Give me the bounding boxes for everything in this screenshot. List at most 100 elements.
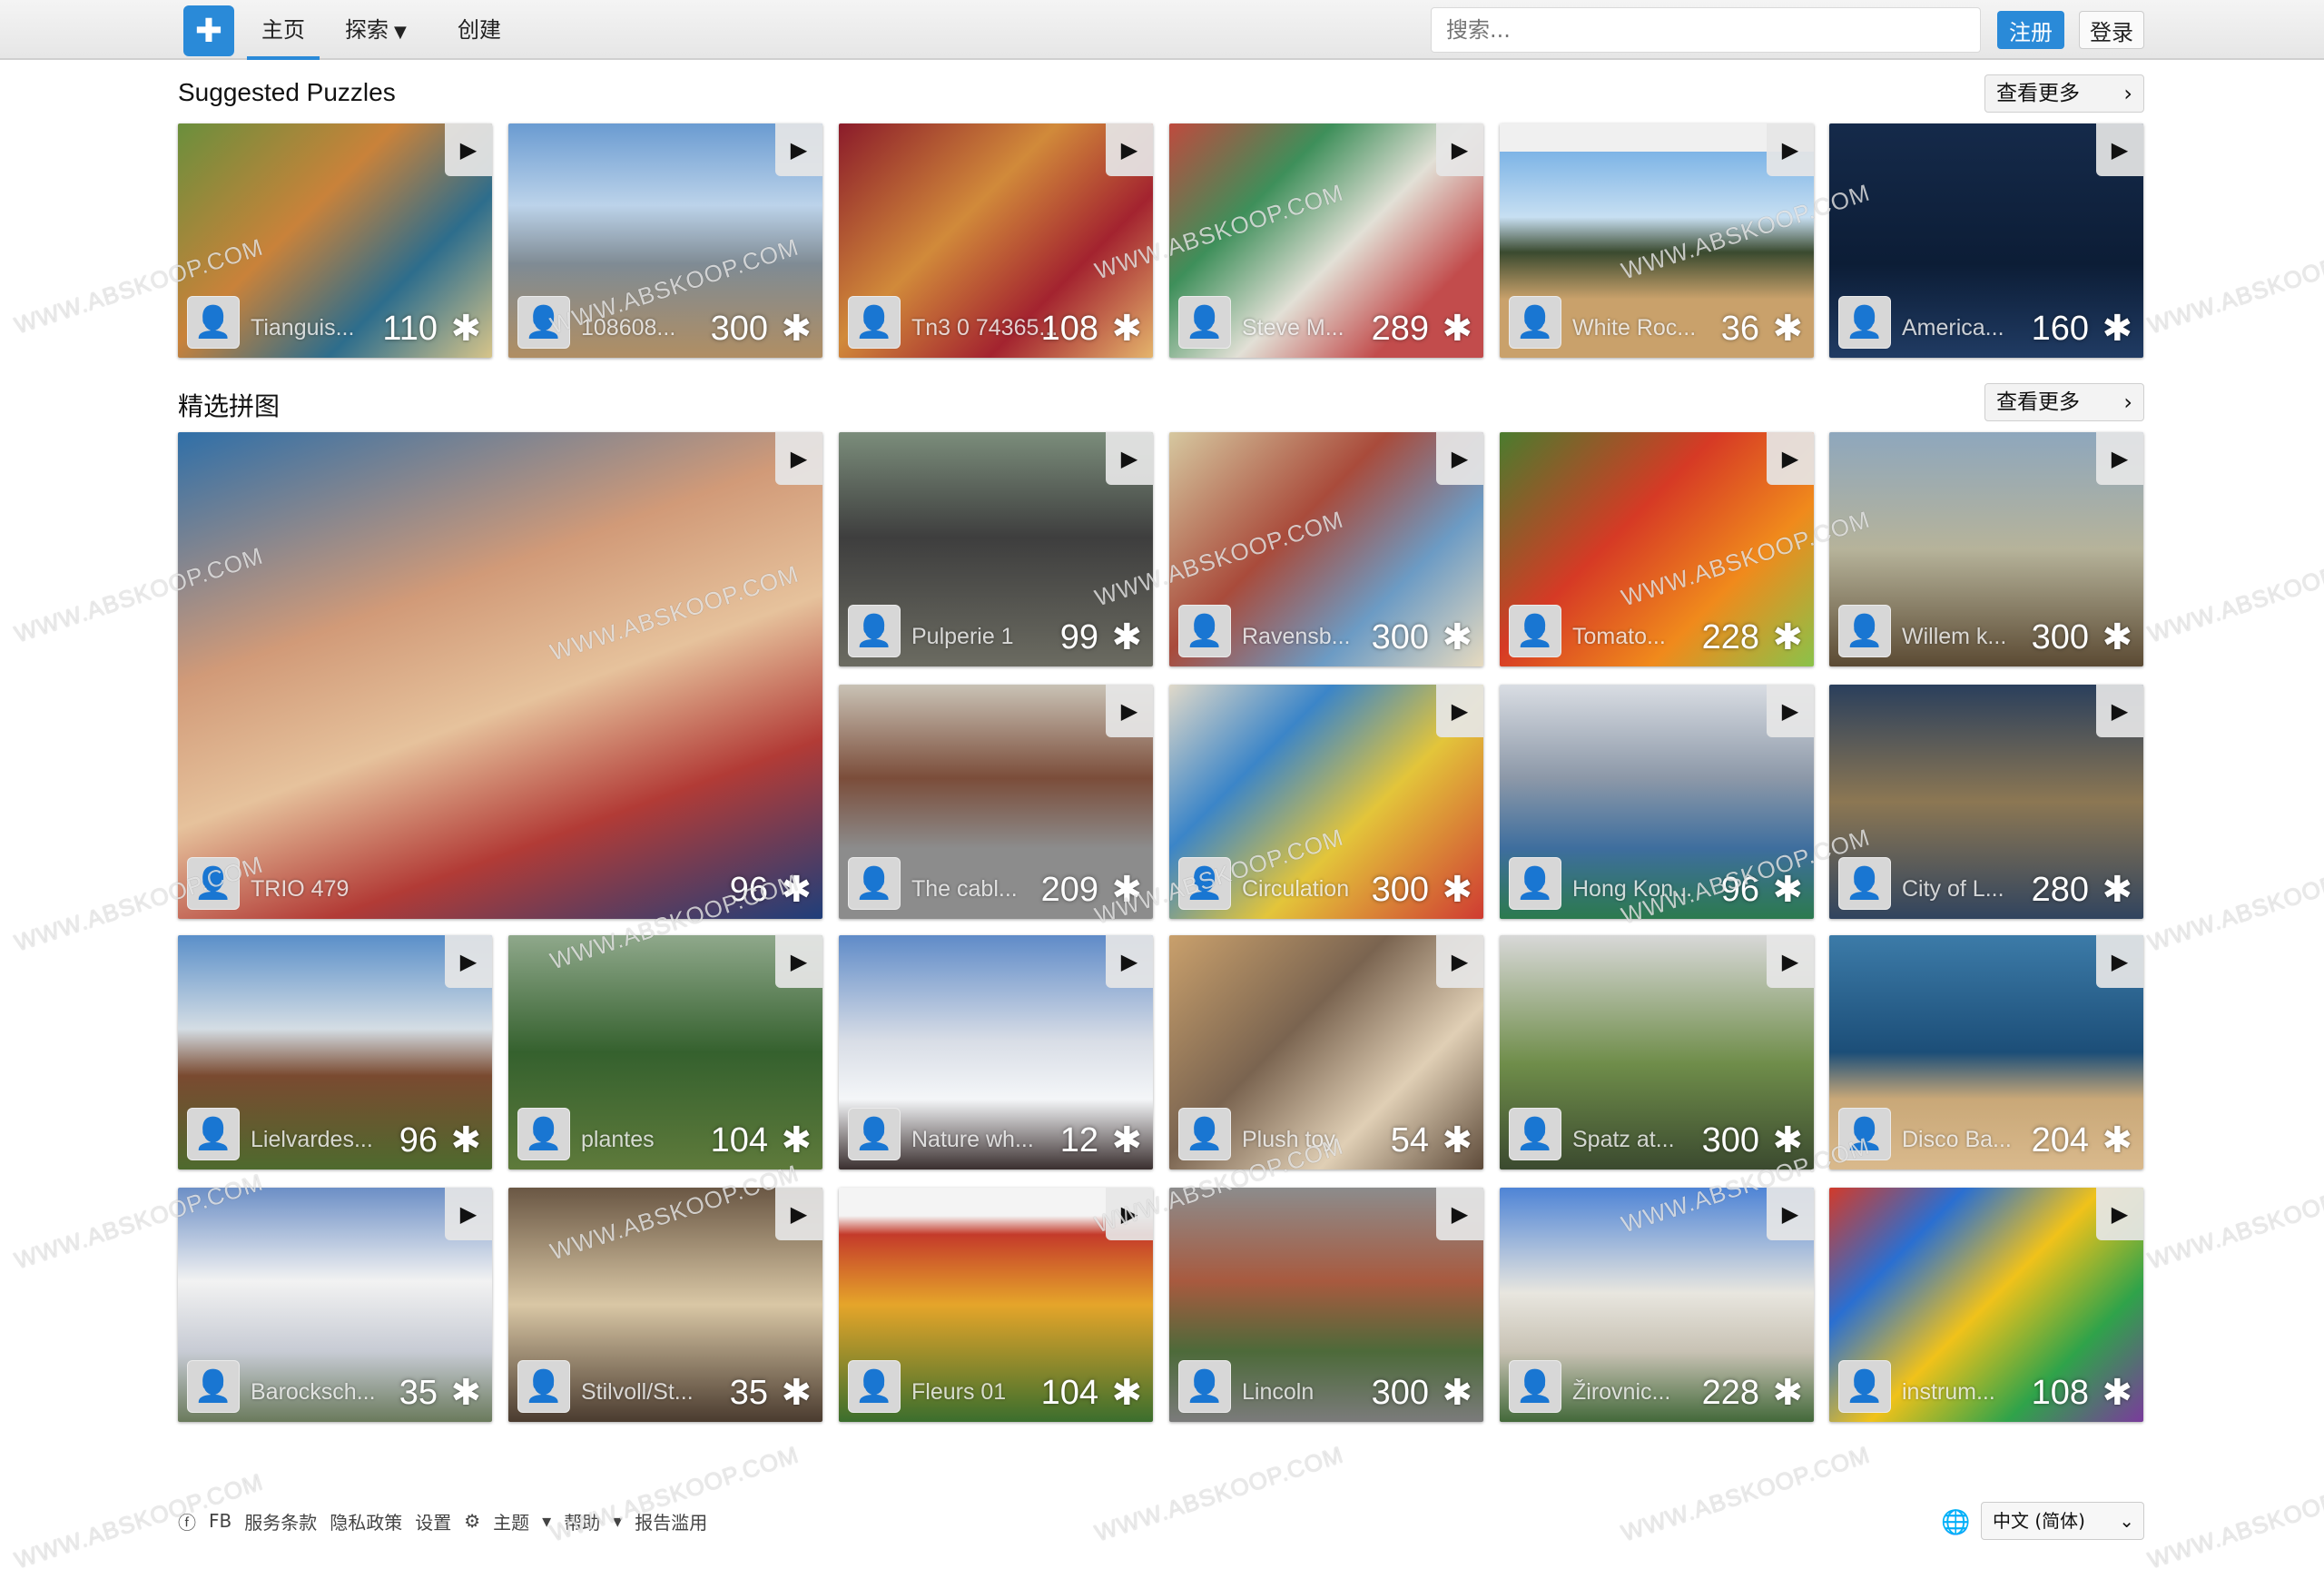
avatar[interactable]: 👤	[187, 1108, 240, 1160]
avatar[interactable]: 👤	[1509, 1360, 1561, 1413]
puzzle-tile[interactable]: ▶ 👤 Lincoln 300 ✱	[1169, 1188, 1483, 1422]
avatar[interactable]: 👤	[1178, 1108, 1231, 1160]
footer-fb-link[interactable]: FB	[209, 1510, 231, 1532]
play-icon[interactable]: ▶	[445, 123, 492, 176]
play-icon[interactable]: ▶	[1767, 935, 1814, 988]
puzzle-tile[interactable]: ▶ 👤 plantes 104 ✱	[508, 935, 822, 1169]
puzzle-tile[interactable]: ▶ 👤 Fleurs 01 104 ✱	[839, 1188, 1153, 1422]
avatar[interactable]: 👤	[1838, 296, 1891, 349]
puzzle-tile[interactable]: ▶ 👤 Steve M... 289 ✱	[1169, 123, 1483, 358]
suggested-see-more-button[interactable]: 查看更多 ›	[1984, 74, 2144, 113]
footer-theme-link[interactable]: 主题	[493, 1508, 529, 1534]
facebook-icon[interactable]: ⓕ	[178, 1508, 196, 1534]
play-icon[interactable]: ▶	[2096, 935, 2143, 988]
play-icon[interactable]: ▶	[1767, 432, 1814, 485]
play-icon[interactable]: ▶	[1436, 123, 1483, 176]
avatar[interactable]: 👤	[848, 1360, 901, 1413]
puzzle-tile[interactable]: ▶ 👤 City of L... 280 ✱	[1829, 685, 2143, 919]
play-icon[interactable]: ▶	[2096, 123, 2143, 176]
login-button[interactable]: 登录	[2079, 11, 2144, 49]
play-icon[interactable]: ▶	[775, 432, 822, 485]
play-icon[interactable]: ▶	[1767, 123, 1814, 176]
avatar[interactable]: 👤	[1838, 1360, 1891, 1413]
avatar[interactable]: 👤	[1838, 605, 1891, 657]
puzzle-tile[interactable]: ▶ 👤 Disco Ba... 204 ✱	[1829, 935, 2143, 1169]
avatar[interactable]: 👤	[1838, 1108, 1891, 1160]
avatar[interactable]: 👤	[1178, 1360, 1231, 1413]
play-icon[interactable]: ▶	[1106, 432, 1153, 485]
puzzle-logo-icon[interactable]: ✚	[183, 5, 234, 56]
search-input[interactable]	[1431, 7, 1981, 53]
play-icon[interactable]: ▶	[775, 1188, 822, 1240]
footer-privacy-link[interactable]: 隐私政策	[330, 1508, 402, 1534]
footer-help-link[interactable]: 帮助	[564, 1508, 600, 1534]
language-select[interactable]: 中文 (简体) ⌄	[1981, 1502, 2144, 1540]
puzzle-tile[interactable]: ▶ 👤 TRIO 479 96 ✱	[178, 432, 822, 919]
play-icon[interactable]: ▶	[1767, 1188, 1814, 1240]
play-icon[interactable]: ▶	[2096, 432, 2143, 485]
avatar[interactable]: 👤	[1509, 296, 1561, 349]
avatar[interactable]: 👤	[1838, 857, 1891, 910]
avatar[interactable]: 👤	[1178, 296, 1231, 349]
play-icon[interactable]: ▶	[1436, 935, 1483, 988]
play-icon[interactable]: ▶	[2096, 1188, 2143, 1240]
avatar[interactable]: 👤	[848, 857, 901, 910]
avatar[interactable]: 👤	[517, 296, 570, 349]
play-icon[interactable]: ▶	[1436, 685, 1483, 737]
puzzle-tile[interactable]: ▶ 👤 White Roc... 36 ✱	[1500, 123, 1814, 358]
puzzle-tile[interactable]: ▶ 👤 Barocksch... 35 ✱	[178, 1188, 492, 1422]
avatar[interactable]: 👤	[1509, 605, 1561, 657]
avatar[interactable]: 👤	[848, 296, 901, 349]
avatar[interactable]: 👤	[1509, 1108, 1561, 1160]
puzzle-tile[interactable]: ▶ 👤 Stilvoll/St... 35 ✱	[508, 1188, 822, 1422]
avatar[interactable]: 👤	[1178, 857, 1231, 910]
puzzle-tile[interactable]: ▶ 👤 Circulation 300 ✱	[1169, 685, 1483, 919]
featured-see-more-button[interactable]: 查看更多 ›	[1984, 383, 2144, 421]
puzzle-tile[interactable]: ▶ 👤 Tianguis... 110 ✱	[178, 123, 492, 358]
play-icon[interactable]: ▶	[775, 935, 822, 988]
puzzle-tile[interactable]: ▶ 👤 instrum... 108 ✱	[1829, 1188, 2143, 1422]
puzzle-tile[interactable]: ▶ 👤 Willem k... 300 ✱	[1829, 432, 2143, 666]
register-button[interactable]: 注册	[1997, 11, 2064, 49]
puzzle-tile[interactable]: ▶ 👤 The cabl... 209 ✱	[839, 685, 1153, 919]
play-icon[interactable]: ▶	[1106, 123, 1153, 176]
puzzle-title: Circulation	[1242, 876, 1350, 902]
play-icon[interactable]: ▶	[775, 123, 822, 176]
footer-terms-link[interactable]: 服务条款	[244, 1508, 317, 1534]
puzzle-tile[interactable]: ▶ 👤 108608... 300 ✱	[508, 123, 822, 358]
puzzle-tile[interactable]: ▶ 👤 Ravensb... 300 ✱	[1169, 432, 1483, 666]
puzzle-tile[interactable]: ▶ 👤 Pulperie 1 99 ✱	[839, 432, 1153, 666]
puzzle-tile[interactable]: ▶ 👤 America... 160 ✱	[1829, 123, 2143, 358]
avatar[interactable]: 👤	[1509, 857, 1561, 910]
puzzle-tile[interactable]: ▶ 👤 Hong Kon... 96 ✱	[1500, 685, 1814, 919]
play-icon[interactable]: ▶	[1106, 685, 1153, 737]
nav-create[interactable]: 创建	[443, 13, 516, 49]
avatar[interactable]: 👤	[187, 1360, 240, 1413]
puzzle-tile[interactable]: ▶ 👤 Nature wh... 12 ✱	[839, 935, 1153, 1169]
play-icon[interactable]: ▶	[1436, 432, 1483, 485]
footer-report-link[interactable]: 报告滥用	[635, 1508, 707, 1534]
play-icon[interactable]: ▶	[2096, 685, 2143, 737]
puzzle-tile[interactable]: ▶ 👤 Tn3 0 74365... 108 ✱	[839, 123, 1153, 358]
nav-home[interactable]: 主页	[247, 13, 320, 60]
nav-explore[interactable]: 探索 ▼	[330, 13, 421, 49]
footer-settings-link[interactable]: 设置	[415, 1508, 451, 1534]
puzzle-tile[interactable]: ▶ 👤 Lielvardes... 96 ✱	[178, 935, 492, 1169]
play-icon[interactable]: ▶	[1767, 685, 1814, 737]
puzzle-tile[interactable]: ▶ 👤 Spatz at... 300 ✱	[1500, 935, 1814, 1169]
play-icon[interactable]: ▶	[1106, 935, 1153, 988]
avatar[interactable]: 👤	[517, 1108, 570, 1160]
puzzle-tile[interactable]: ▶ 👤 Plush toy 54 ✱	[1169, 935, 1483, 1169]
play-icon[interactable]: ▶	[445, 1188, 492, 1240]
avatar[interactable]: 👤	[187, 296, 240, 349]
avatar[interactable]: 👤	[517, 1360, 570, 1413]
play-icon[interactable]: ▶	[1106, 1188, 1153, 1240]
avatar[interactable]: 👤	[187, 857, 240, 910]
play-icon[interactable]: ▶	[445, 935, 492, 988]
puzzle-tile[interactable]: ▶ 👤 Žirovnic... 228 ✱	[1500, 1188, 1814, 1422]
avatar[interactable]: 👤	[848, 1108, 901, 1160]
avatar[interactable]: 👤	[1178, 605, 1231, 657]
avatar[interactable]: 👤	[848, 605, 901, 657]
play-icon[interactable]: ▶	[1436, 1188, 1483, 1240]
puzzle-tile[interactable]: ▶ 👤 Tomato... 228 ✱	[1500, 432, 1814, 666]
